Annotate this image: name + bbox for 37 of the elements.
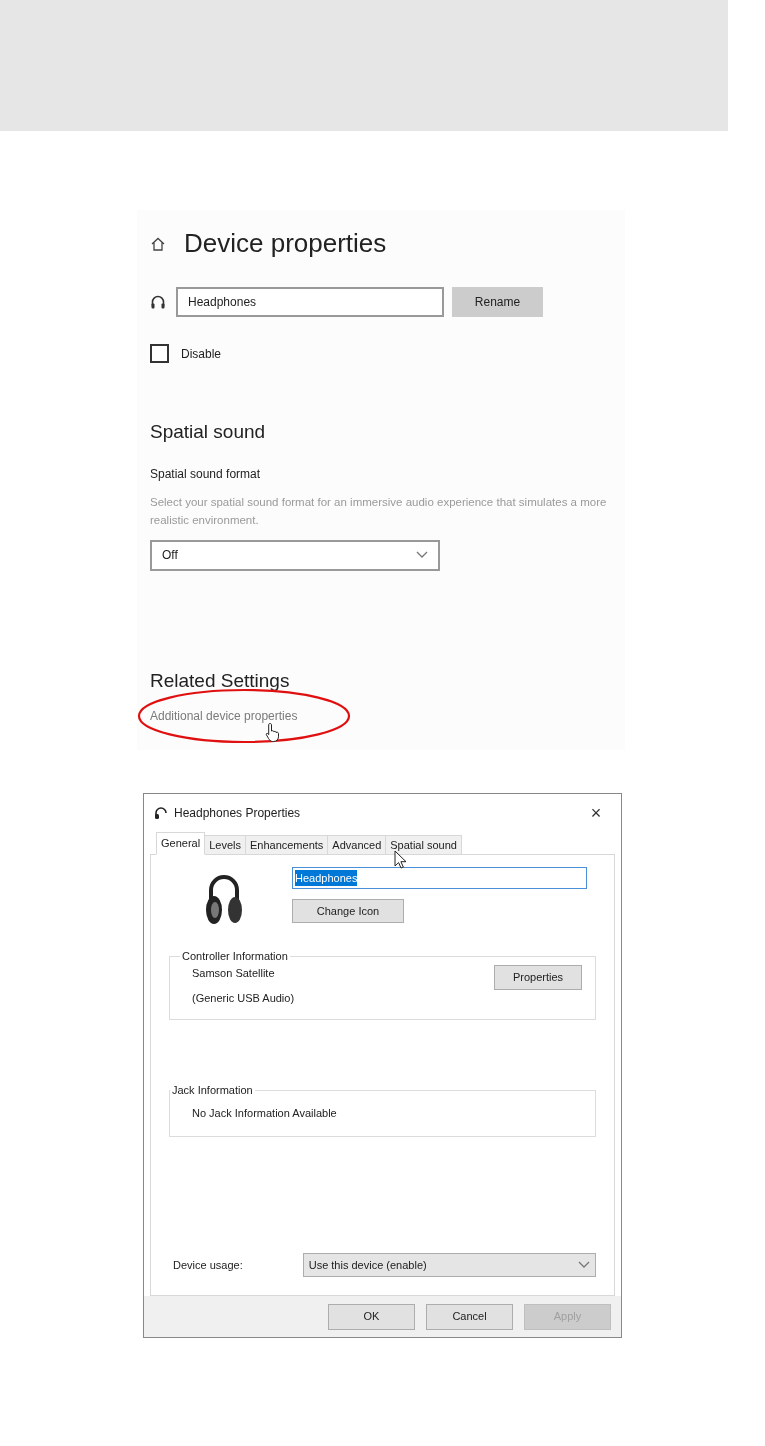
controller-driver: (Generic USB Audio) (192, 991, 295, 1006)
dialog-tab[interactable]: Advanced (328, 835, 387, 855)
group-label: Jack Information (171, 1083, 254, 1098)
dialog-tab[interactable]: General (156, 832, 206, 855)
dialog-tab[interactable]: Spatial sound (386, 835, 462, 855)
arrow-cursor-icon (394, 850, 407, 869)
headphones-icon (154, 806, 168, 820)
dialog-button[interactable]: Cancel (426, 1303, 513, 1330)
dialog-tab[interactable]: Levels (205, 835, 246, 855)
format-label: Spatial sound format (150, 465, 262, 483)
section-heading: Spatial sound (150, 420, 267, 444)
chevron-down-icon (578, 1261, 590, 1269)
controller-name: Samson Satellite (192, 965, 276, 981)
page-title: Device properties (184, 227, 387, 260)
dialog-title: Headphones Properties (174, 805, 301, 822)
headphones-icon (150, 294, 166, 310)
dialog-button[interactable]: OK (328, 1303, 415, 1330)
format-description: Select your spatial sound format for an immersive audio experience that simulates a more realistic environment. (150, 494, 608, 528)
format-dropdown[interactable]: Off (150, 539, 440, 571)
hand-cursor-icon (265, 722, 281, 742)
dialog-tab[interactable]: Enhancements (245, 835, 329, 855)
device-usage-dropdown[interactable]: Use this device (enable) (302, 1253, 596, 1277)
chevron-down-icon (416, 551, 428, 559)
section-heading: Related Settings (150, 668, 291, 693)
name-text: Headphones (295, 869, 358, 887)
rename-button[interactable]: Rename (452, 287, 543, 317)
home-icon[interactable] (150, 235, 166, 252)
change-icon-button[interactable]: Change Icon (292, 899, 404, 923)
name-field[interactable]: Headphones (176, 287, 444, 317)
close-button[interactable]: × (581, 799, 611, 827)
group-label: Controller Information (181, 949, 289, 964)
properties-button[interactable]: Properties (494, 964, 582, 990)
jack-text: No Jack Information Available (192, 1105, 338, 1121)
disable-label: Disable (181, 345, 222, 363)
name-field[interactable]: Headphones (292, 867, 587, 889)
device-usage-label: Device usage: (173, 1257, 244, 1273)
disable-checkbox[interactable] (150, 344, 169, 363)
